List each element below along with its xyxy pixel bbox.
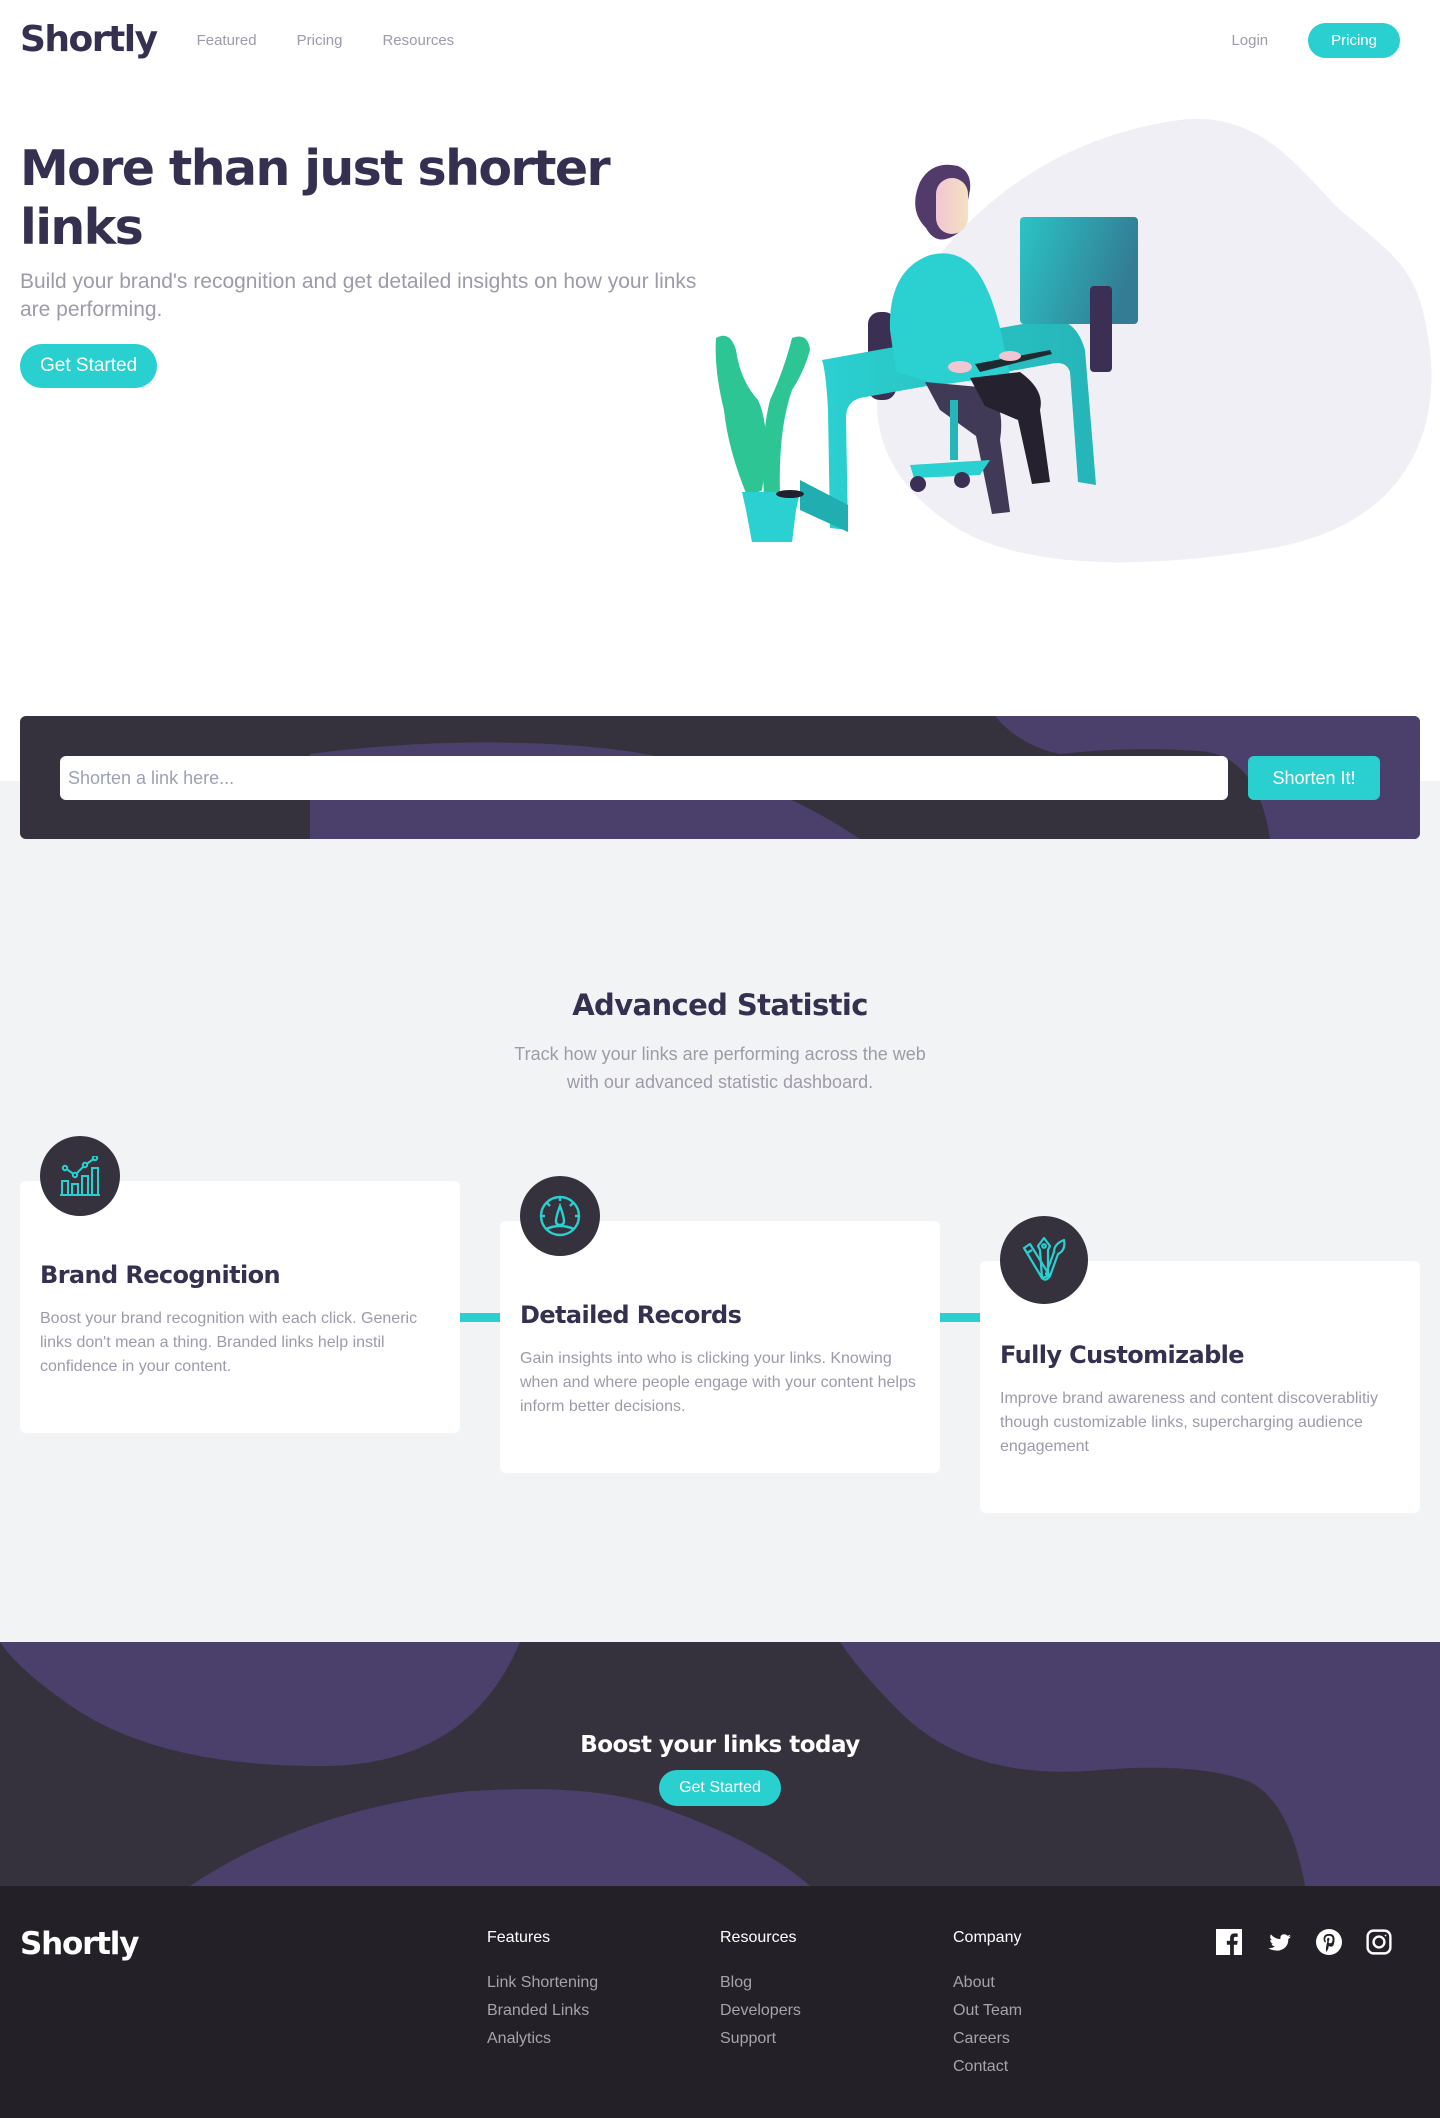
hero-get-started-button[interactable]: Get Started	[20, 343, 158, 388]
speedometer-icon	[520, 1176, 600, 1256]
plant	[715, 335, 767, 498]
shorten-box: Shorten It!	[20, 716, 1420, 839]
main-nav: Featured Pricing Resources	[197, 32, 455, 49]
shorten-link-input[interactable]	[60, 756, 1228, 800]
footer-link[interactable]: Contact	[953, 2053, 1022, 2081]
instagram-icon[interactable]	[1366, 1929, 1392, 1955]
footer-link[interactable]: Developers	[720, 1997, 801, 2025]
advanced-statistic-section: Advanced Statistic Track how your links …	[0, 781, 1440, 1642]
hero-subtitle: Build your brand's recognition and get d…	[20, 269, 697, 321]
nav-right: Login Pricing	[1231, 22, 1400, 58]
card-connector-line	[940, 1313, 980, 1322]
stats-title: Advanced Statistic	[572, 988, 868, 1022]
footer-column-resources: Resources Blog Developers Support	[720, 1929, 801, 2053]
pinterest-icon[interactable]	[1316, 1929, 1342, 1955]
pricing-button[interactable]: Pricing	[1308, 22, 1400, 58]
social-links	[1216, 1929, 1392, 1955]
hero-text: More than just shorter links Build your …	[20, 140, 740, 388]
footer-column-title: Company	[953, 1929, 1022, 1946]
feature-card-detailed-records: Detailed Records Gain insights into who …	[500, 1176, 940, 1473]
footer-column-features: Features Link Shortening Branded Links A…	[487, 1929, 598, 2053]
footer-column-title: Resources	[720, 1929, 797, 1946]
boost-title: Boost your links today	[580, 1732, 860, 1758]
footer-link[interactable]: Blog	[720, 1969, 801, 1997]
boost-section: Boost your links today Get Started	[0, 1642, 1440, 1886]
logo[interactable]: Shortly	[20, 19, 158, 60]
monitor	[1020, 217, 1138, 324]
hero-title: More than just shorter links	[20, 140, 611, 256]
stats-subtitle: Track how your links are performing acro…	[514, 1044, 926, 1092]
footer-link[interactable]: About	[953, 1969, 1022, 1997]
feature-card-fully-customizable: Fully Customizable Improve brand awarene…	[980, 1216, 1420, 1513]
working-illustration	[715, 118, 1432, 563]
footer-link[interactable]: Careers	[953, 2025, 1022, 2053]
footer-link[interactable]: Support	[720, 2025, 801, 2053]
login-link[interactable]: Login	[1231, 32, 1268, 49]
nav-link-featured[interactable]: Featured	[197, 32, 257, 49]
card-title: Fully Customizable	[1000, 1341, 1245, 1369]
footer-column-company: Company About Out Team Careers Contact	[953, 1929, 1022, 2081]
card-title: Brand Recognition	[40, 1261, 281, 1289]
facebook-icon[interactable]	[1216, 1929, 1242, 1955]
footer-link[interactable]: Out Team	[953, 1997, 1022, 2025]
page: Shortly Featured Pricing Resources Login…	[0, 0, 1440, 2118]
footer-link[interactable]: Branded Links	[487, 1997, 598, 2025]
pen-brush-icon	[1000, 1216, 1088, 1304]
stats-heading: Advanced Statistic Track how your links …	[0, 988, 1440, 1096]
nav-link-resources[interactable]: Resources	[382, 32, 454, 49]
card-text: Gain insights into who is clicking your …	[520, 1350, 916, 1415]
card-text: Boost your brand recognition with each c…	[40, 1310, 418, 1375]
twitter-icon[interactable]	[1266, 1929, 1292, 1955]
hero-section: More than just shorter links Build your …	[0, 80, 1440, 636]
card-title: Detailed Records	[520, 1301, 742, 1329]
card-connector-line	[460, 1313, 500, 1322]
boost-get-started-button[interactable]: Get Started	[659, 1770, 781, 1806]
boost-content: Boost your links today Get Started	[0, 1732, 1440, 1806]
shorten-form: Shorten It!	[60, 756, 1380, 800]
site-header: Shortly Featured Pricing Resources Login…	[0, 0, 1440, 80]
card-text: Improve brand awareness and content disc…	[1000, 1390, 1378, 1455]
feature-card-brand-recognition: Brand Recognition Boost your brand recog…	[20, 1136, 460, 1433]
bar-chart-icon	[40, 1136, 120, 1216]
person-face	[936, 178, 968, 234]
footer-logo[interactable]: Shortly	[20, 1926, 139, 1962]
site-footer: Shortly Features Link Shortening Branded…	[0, 1886, 1440, 2118]
shorten-it-button[interactable]: Shorten It!	[1248, 756, 1380, 800]
footer-column-title: Features	[487, 1929, 551, 1946]
plant-pot	[742, 492, 800, 542]
footer-link[interactable]: Analytics	[487, 2025, 598, 2053]
nav-link-pricing[interactable]: Pricing	[297, 32, 343, 49]
footer-link[interactable]: Link Shortening	[487, 1969, 598, 1997]
